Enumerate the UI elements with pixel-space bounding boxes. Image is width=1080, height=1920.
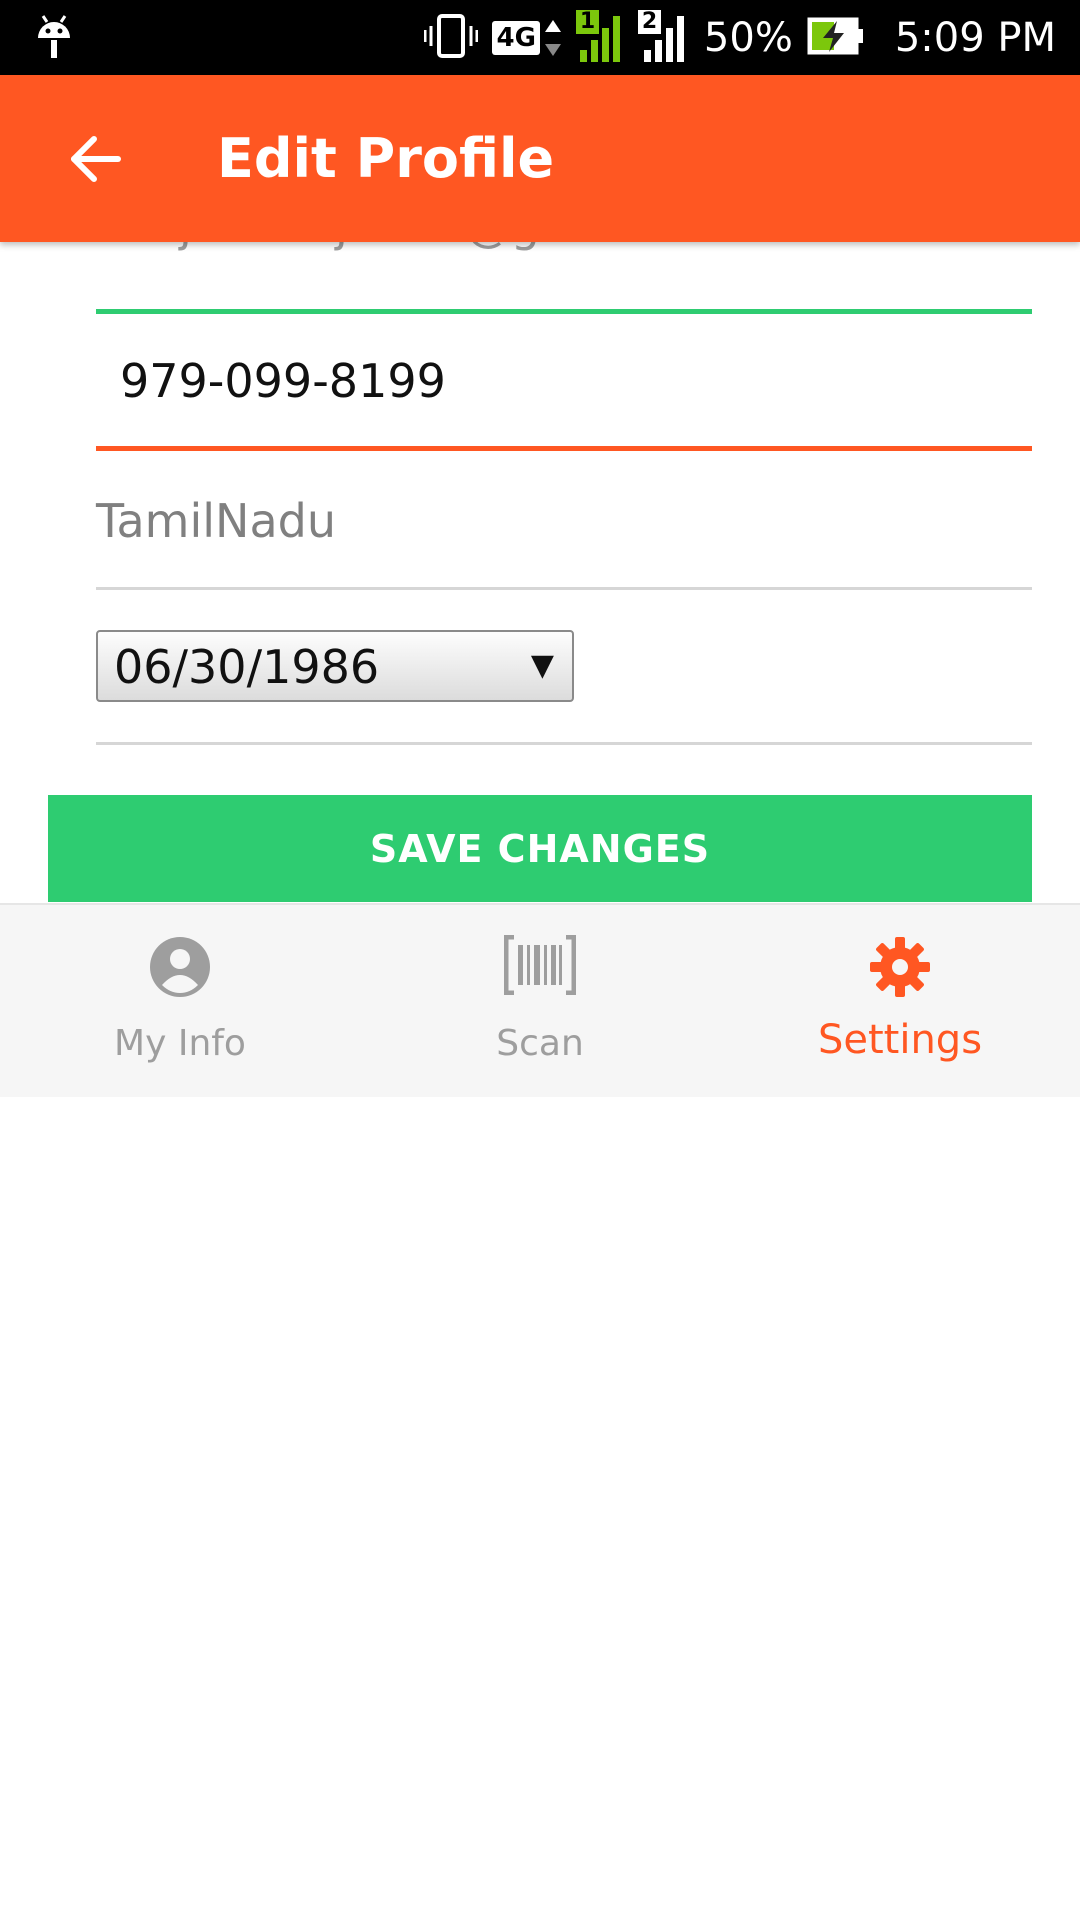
back-arrow-icon[interactable] (68, 131, 124, 187)
nav-settings[interactable]: Settings (720, 905, 1080, 1097)
bottom-navigation: My Info Scan Settings (0, 903, 1080, 1097)
barcode-icon (503, 934, 577, 999)
nav-label-my-info: My Info (114, 1023, 246, 1064)
nav-label-settings: Settings (817, 1017, 983, 1063)
phone-field[interactable]: 979-099-8199 (120, 354, 446, 408)
network-4g-icon: 4G (492, 18, 561, 58)
app-bar: Edit Profile (0, 75, 1080, 242)
status-icons: 4G 1 2 50% 5:09 PM (423, 0, 1056, 75)
save-changes-button[interactable]: SAVE CHANGES (48, 795, 1032, 902)
network-type-badge: 4G (492, 20, 540, 55)
page-title: Edit Profile (217, 127, 555, 190)
battery-charging-icon (807, 16, 865, 60)
state-field[interactable]: TamilNadu (96, 494, 336, 548)
nav-scan[interactable]: Scan (360, 905, 720, 1097)
dob-value: 06/30/1986 (114, 640, 380, 694)
email-underline (96, 309, 1032, 314)
phone-underline (96, 446, 1032, 451)
battery-percent: 50% (703, 14, 793, 61)
account-circle-icon (148, 935, 212, 1003)
screen: 4G 1 2 50% 5:09 PM Edit Profile 979-099-… (0, 0, 1080, 1920)
signal-sim1-icon: 1 (575, 9, 624, 64)
status-bar: 4G 1 2 50% 5:09 PM (0, 0, 1080, 75)
dob-select[interactable]: 06/30/1986 ▼ (96, 630, 574, 702)
signal-sim2-icon: 2 (637, 9, 690, 64)
android-debug-icon (36, 14, 72, 64)
clock: 5:09 PM (894, 14, 1056, 61)
dropdown-arrow-icon: ▼ (530, 648, 554, 683)
gear-icon (868, 935, 932, 1003)
state-underline (96, 587, 1032, 590)
nav-my-info[interactable]: My Info (0, 905, 360, 1097)
dob-underline (96, 742, 1032, 745)
nav-label-scan: Scan (496, 1023, 584, 1064)
vibrate-icon (423, 13, 479, 63)
